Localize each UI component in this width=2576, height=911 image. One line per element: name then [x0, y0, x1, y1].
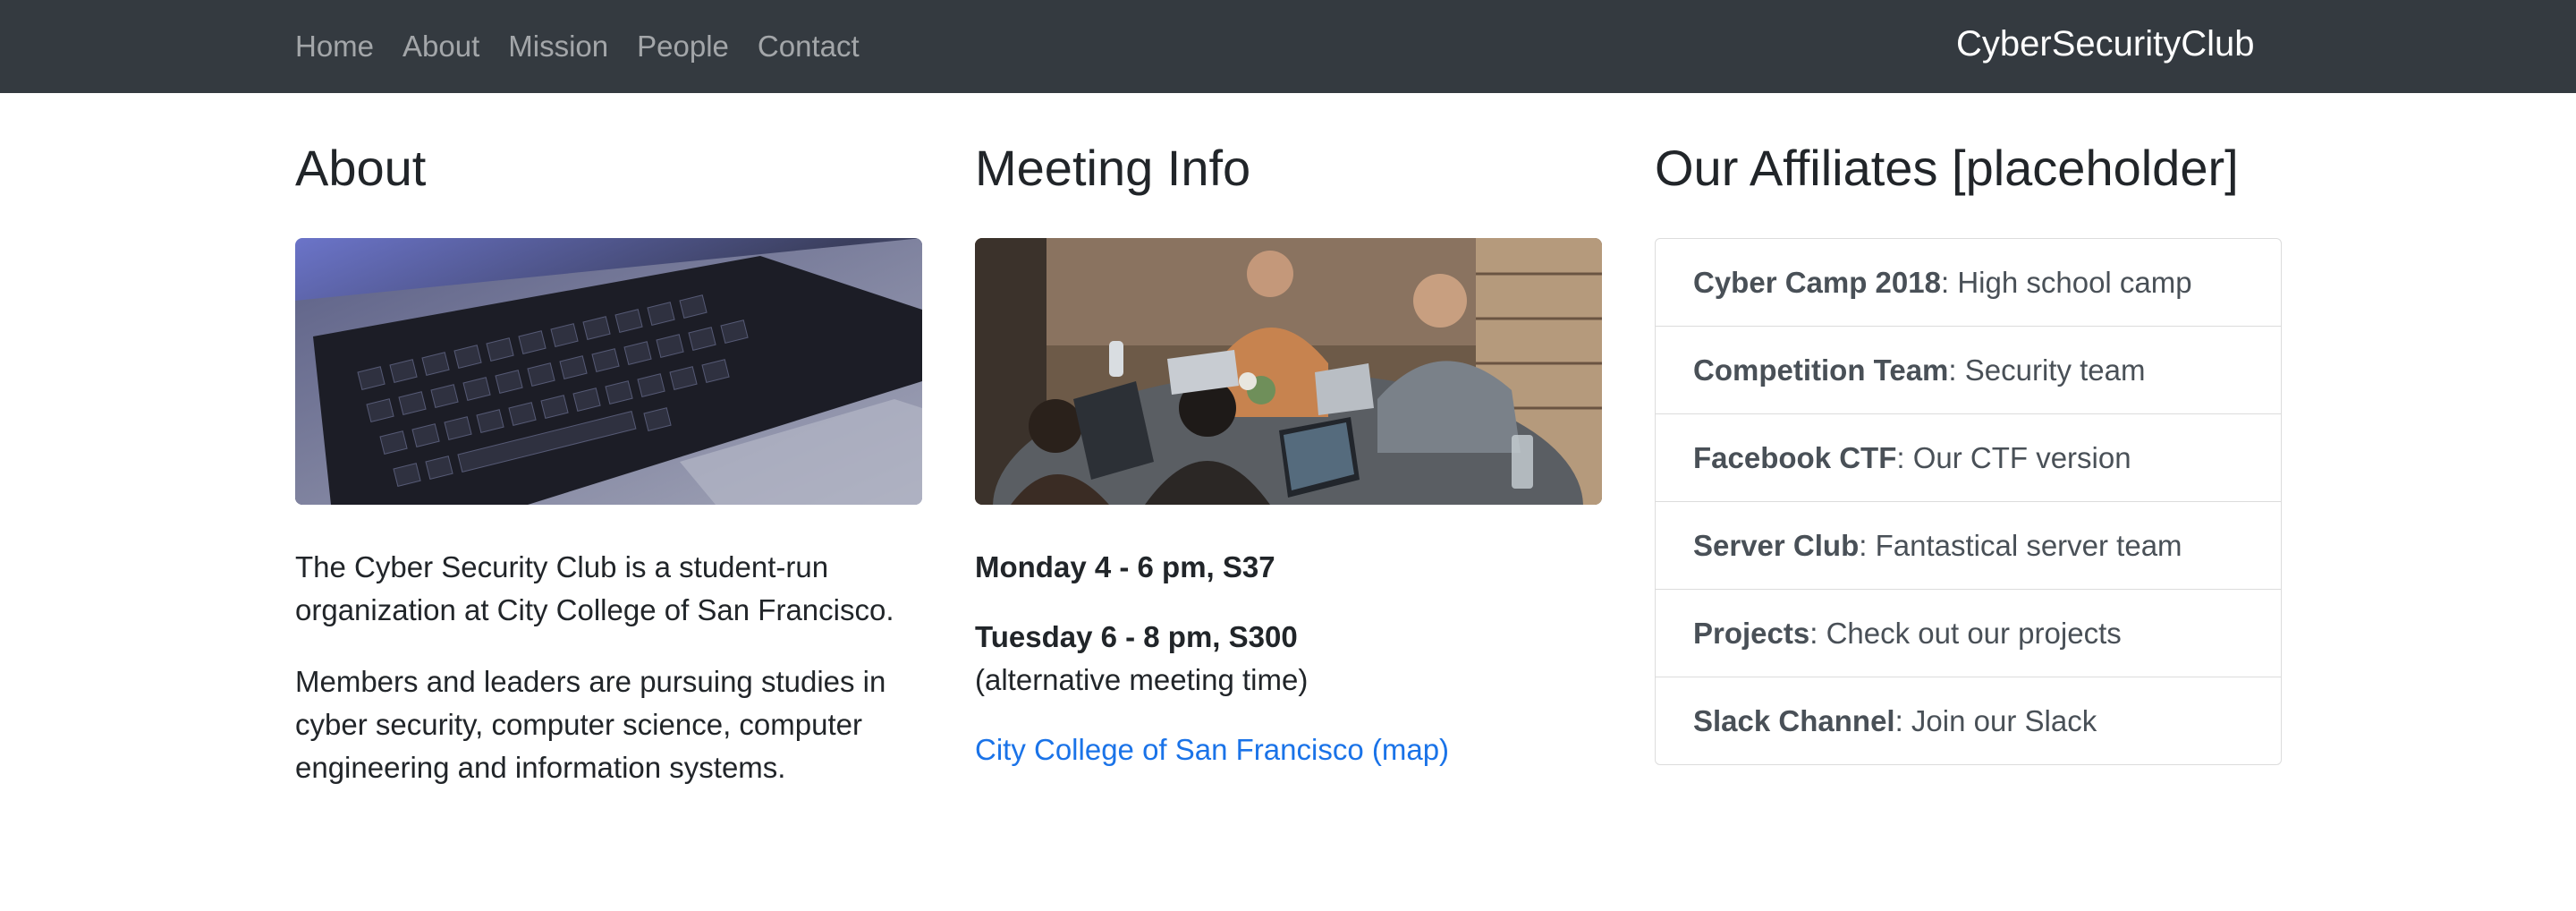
affiliates-section: Our Affiliates [placeholder] Cyber Camp … — [1655, 125, 2282, 765]
affiliate-desc: : Fantastical server team — [1859, 528, 2182, 562]
brand-logo-text[interactable]: CyberSecurityClub — [1956, 0, 2254, 88]
nav-link-mission[interactable]: Mission — [508, 30, 608, 64]
affiliate-desc: : Security team — [1948, 353, 2146, 387]
nav-link-contact[interactable]: Contact — [758, 30, 860, 64]
about-paragraph-2: Members and leaders are pursuing studies… — [295, 665, 886, 784]
affiliate-projects[interactable]: Projects: Check out our projects — [1656, 590, 2281, 677]
affiliate-desc: : Check out our projects — [1809, 616, 2122, 650]
meeting-tuesday: Tuesday 6 - 8 pm, S300 — [975, 620, 1298, 653]
campus-map-link[interactable]: City College of San Francisco (map) — [975, 728, 1449, 771]
students-with-laptops-photo — [975, 238, 1602, 505]
meeting-tuesday-note: (alternative meeting time) — [975, 663, 1309, 696]
affiliate-desc: : High school camp — [1940, 265, 2192, 299]
about-paragraph-1: The Cyber Security Club is a student-run… — [295, 550, 894, 626]
affiliate-cyber-camp[interactable]: Cyber Camp 2018: High school camp — [1656, 239, 2281, 327]
affiliate-desc: : Join our Slack — [1894, 703, 2097, 737]
meeting-tuesday-block: Tuesday 6 - 8 pm, S300 (alternative meet… — [975, 616, 1602, 702]
about-title: About — [295, 140, 427, 196]
meeting-monday: Monday 4 - 6 pm, S37 — [975, 550, 1275, 583]
affiliate-facebook-ctf[interactable]: Facebook CTF: Our CTF version — [1656, 414, 2281, 502]
meeting-info-section: Meeting Info Monday 4 - 6 pm, S37 Tuesda… — [975, 125, 1602, 771]
affiliate-name: Cyber Camp 2018 — [1693, 265, 1941, 299]
nav-links: Home About Mission People Contact — [295, 0, 888, 93]
about-section: About The Cyber Security Club is a stude… — [295, 125, 922, 789]
nav-link-about[interactable]: About — [402, 30, 479, 64]
affiliates-title: Our Affiliates [placeholder] — [1655, 140, 2239, 196]
nav-link-home[interactable]: Home — [295, 30, 374, 64]
affiliate-competition-team[interactable]: Competition Team: Security team — [1656, 327, 2281, 414]
affiliate-name: Projects — [1693, 616, 1810, 650]
affiliate-server-club[interactable]: Server Club: Fantastical server team — [1656, 502, 2281, 590]
affiliate-name: Competition Team — [1693, 353, 1949, 387]
top-navbar: Home About Mission People Contact CyberS… — [0, 0, 2576, 93]
affiliate-slack-channel[interactable]: Slack Channel: Join our Slack — [1656, 677, 2281, 764]
affiliate-name: Facebook CTF — [1693, 440, 1897, 474]
laptop-keyboard-photo — [295, 238, 922, 505]
affiliate-desc: : Our CTF version — [1896, 440, 2131, 474]
meeting-info-title: Meeting Info — [975, 140, 1251, 196]
affiliates-list: Cyber Camp 2018: High school camp Compet… — [1655, 238, 2282, 765]
nav-link-people[interactable]: People — [637, 30, 729, 64]
affiliate-name: Slack Channel — [1693, 703, 1895, 737]
affiliate-name: Server Club — [1693, 528, 1860, 562]
